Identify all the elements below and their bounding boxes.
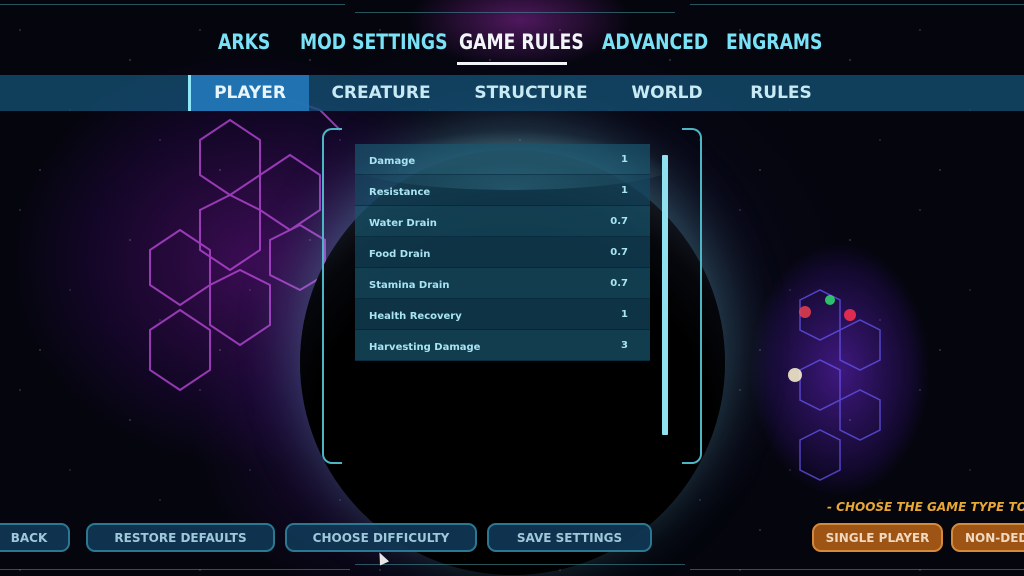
- setting-row-harvesting-damage[interactable]: Harvesting Damage 3: [355, 330, 650, 361]
- top-frame-line-center: [355, 12, 675, 13]
- non-dedicated-button[interactable]: NON-DED: [951, 523, 1024, 552]
- setting-value: 1: [621, 154, 628, 165]
- restore-defaults-button[interactable]: RESTORE DEFAULTS: [86, 523, 275, 552]
- setting-row-damage[interactable]: Damage 1: [355, 144, 650, 175]
- setting-value: 1: [621, 309, 628, 320]
- setting-label: Health Recovery: [369, 311, 462, 322]
- setting-row-resistance[interactable]: Resistance 1: [355, 175, 650, 206]
- subtab-player[interactable]: PLAYER: [188, 75, 309, 111]
- subtab-rules[interactable]: RULES: [738, 75, 824, 111]
- game-type-hint: - CHOOSE THE GAME TYPE TO CI: [827, 500, 1024, 514]
- sub-tab-bar: PLAYER CREATURE STRUCTURE WORLD RULES: [0, 75, 1024, 111]
- subtab-structure[interactable]: STRUCTURE: [465, 75, 597, 111]
- setting-row-food-drain[interactable]: Food Drain 0.7: [355, 237, 650, 268]
- setting-row-water-drain[interactable]: Water Drain 0.7: [355, 206, 650, 237]
- bottom-frame-line: [0, 569, 350, 570]
- top-frame-line: [0, 4, 345, 5]
- settings-scrollbar[interactable]: [662, 155, 668, 435]
- setting-label: Damage: [369, 156, 416, 167]
- tab-arks[interactable]: ARKS: [218, 30, 270, 54]
- setting-label: Food Drain: [369, 249, 431, 260]
- back-button[interactable]: BACK: [0, 523, 70, 552]
- tab-advanced[interactable]: ADVANCED: [602, 30, 708, 54]
- setting-label: Water Drain: [369, 218, 437, 229]
- tab-mod-settings[interactable]: MOD SETTINGS: [300, 30, 447, 54]
- subtab-creature[interactable]: CREATURE: [320, 75, 442, 111]
- tab-engrams[interactable]: ENGRAMS: [726, 30, 822, 54]
- single-player-button[interactable]: SINGLE PLAYER: [812, 523, 943, 552]
- setting-value: 0.7: [610, 247, 628, 258]
- save-settings-button[interactable]: SAVE SETTINGS: [487, 523, 652, 552]
- bottom-frame-line-right: [690, 569, 1024, 570]
- setting-label: Harvesting Damage: [369, 342, 481, 353]
- top-frame-line-right: [690, 4, 1024, 5]
- bottom-frame-line-center: [355, 564, 685, 565]
- subtab-world[interactable]: WORLD: [620, 75, 714, 111]
- setting-row-stamina-drain[interactable]: Stamina Drain 0.7: [355, 268, 650, 299]
- choose-difficulty-button[interactable]: CHOOSE DIFFICULTY: [285, 523, 477, 552]
- player-settings-list: Damage 1 Resistance 1 Water Drain 0.7 Fo…: [355, 144, 650, 361]
- main-tab-bar: ARKS MOD SETTINGS GAME RULES ADVANCED EN…: [0, 30, 1024, 66]
- active-tab-underline: [457, 62, 567, 65]
- scrollbar-thumb[interactable]: [662, 155, 668, 435]
- setting-value: 1: [621, 185, 628, 196]
- panel-bracket-right: [682, 128, 702, 464]
- setting-label: Stamina Drain: [369, 280, 450, 291]
- setting-value: 3: [621, 340, 628, 351]
- setting-value: 0.7: [610, 278, 628, 289]
- setting-label: Resistance: [369, 187, 431, 198]
- tab-game-rules[interactable]: GAME RULES: [459, 30, 584, 54]
- setting-row-health-recovery[interactable]: Health Recovery 1: [355, 299, 650, 330]
- panel-bracket-left: [322, 128, 342, 464]
- setting-value: 0.7: [610, 216, 628, 227]
